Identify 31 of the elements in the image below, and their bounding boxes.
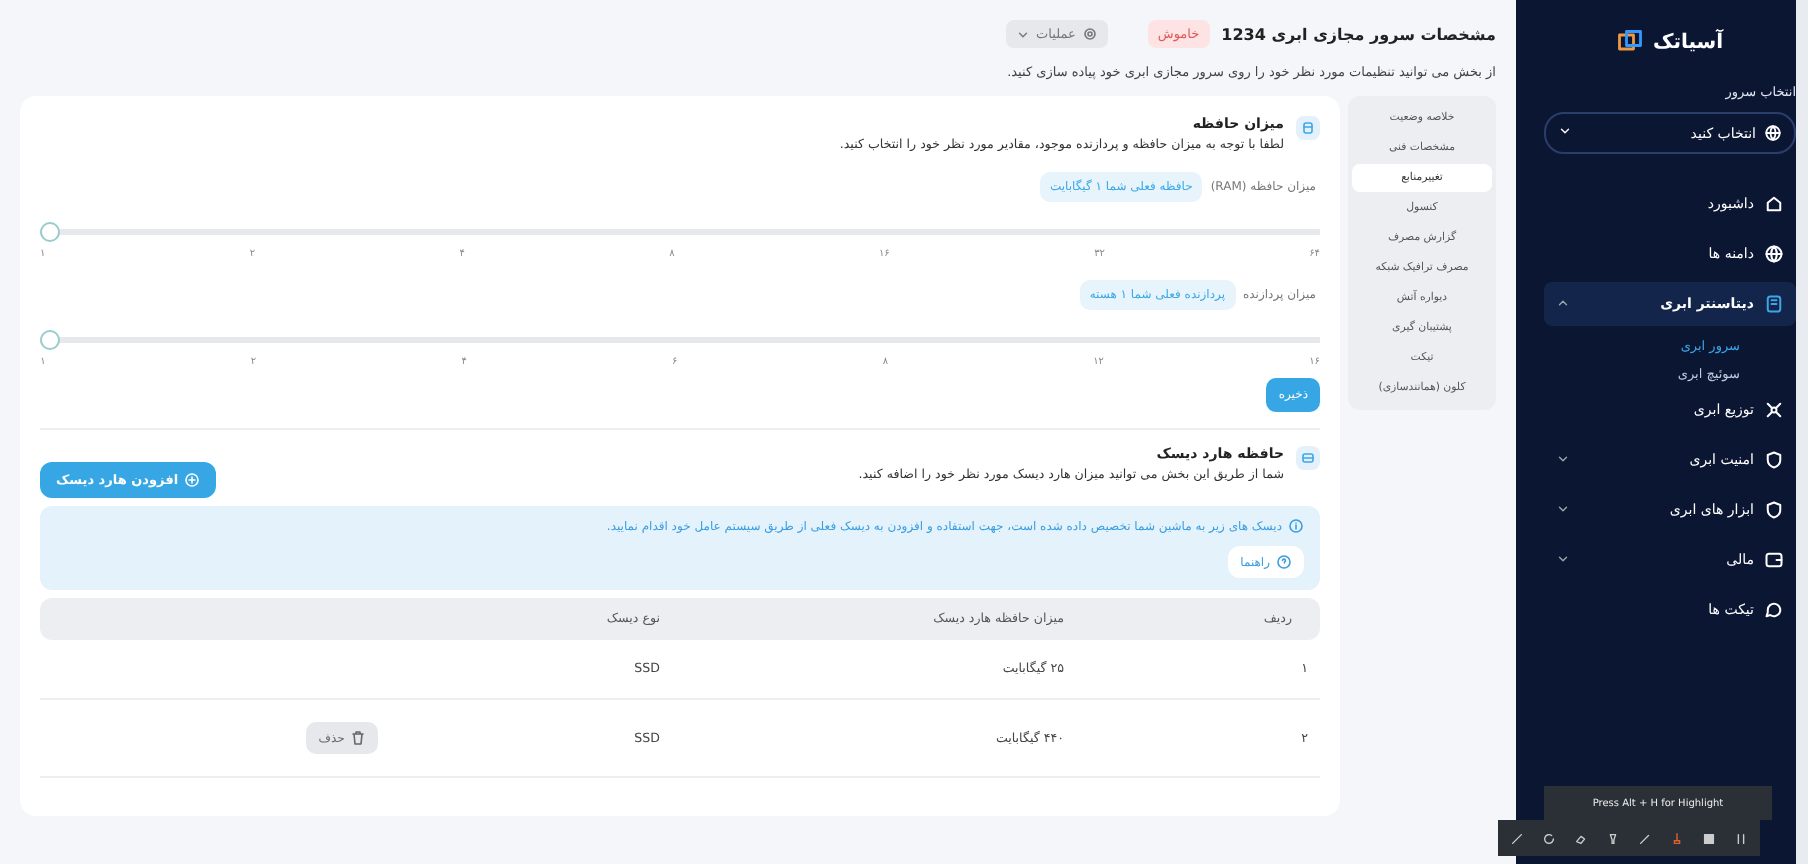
memory-icon: [1300, 120, 1316, 136]
eraser-icon: [1574, 831, 1588, 845]
globe-icon: [1764, 124, 1782, 142]
pause-icon: [1734, 831, 1748, 845]
chevron-icon: [1016, 27, 1031, 41]
slider-thumb[interactable]: [40, 222, 60, 242]
chevron-icon: [1558, 124, 1572, 138]
network-icon: [1764, 400, 1784, 420]
shield-icon: [1764, 500, 1784, 520]
logo-icon: [1616, 28, 1645, 56]
info-icon: [1288, 518, 1304, 534]
chevron-icon: [1556, 451, 1570, 465]
wallet-icon: [1764, 550, 1784, 570]
plus-circle-icon: [184, 472, 201, 488]
chevron-icon: [1556, 551, 1570, 565]
chat-icon: [1764, 600, 1784, 620]
trash-icon: [350, 730, 367, 746]
home-icon: [1764, 194, 1784, 214]
chevron-icon: [1556, 295, 1570, 309]
refresh-icon: [1542, 831, 1556, 845]
slider-thumb[interactable]: [40, 330, 60, 350]
pen-icon: [1638, 831, 1652, 845]
globe-icon: [1764, 244, 1784, 264]
gear-icon: [1081, 26, 1098, 42]
logo-text: آسیاتک: [1652, 31, 1724, 53]
page-title: مشخصات سرور مجازی ابری 1234: [1221, 25, 1496, 43]
help-icon: [1276, 554, 1292, 570]
shield-icon: [1764, 450, 1784, 470]
server-icon: [1764, 294, 1784, 314]
chevron-icon: [1556, 501, 1570, 515]
stop-icon: [1702, 831, 1716, 845]
